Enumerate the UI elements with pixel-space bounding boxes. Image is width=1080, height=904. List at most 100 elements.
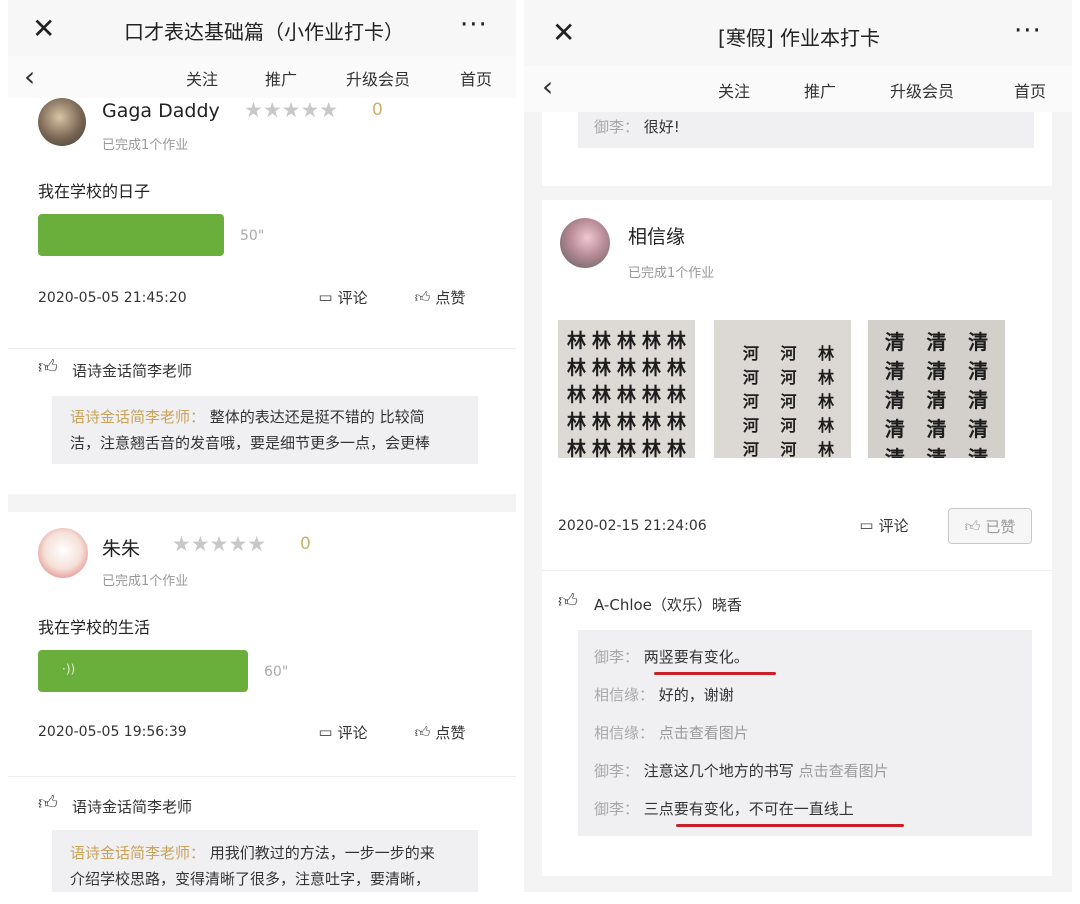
divider: [8, 348, 516, 349]
voice-wave-icon: ·)): [62, 662, 76, 676]
red-underline-annotation: [676, 824, 904, 827]
comment-text: 很好!: [643, 118, 680, 136]
comment-author: 语诗金话简李老师：: [70, 408, 206, 426]
nav-home[interactable]: 首页: [1014, 78, 1046, 102]
nav-follow[interactable]: 关注: [718, 78, 750, 102]
comment-line-1: 语诗金话简李老师： 整体的表达还是挺不错的 比较简: [70, 404, 470, 430]
calligraphy-character: 清: [926, 330, 947, 354]
comment-text: 整体的表达还是挺不错的 比较简: [209, 408, 425, 426]
liked-button-label: 已赞: [985, 517, 1016, 536]
nav-upgrade-member[interactable]: 升级会员: [346, 66, 410, 90]
user-name: 相信缘: [628, 226, 686, 248]
homework-photo[interactable]: 林林林林林林林林林林林林林林林林林林林林林林林林林: [558, 320, 695, 458]
back-arrow-icon[interactable]: ‹: [24, 60, 35, 93]
red-underline-annotation: [654, 672, 776, 675]
calligraphy-character: 林: [566, 438, 586, 458]
calligraphy-character: 林: [616, 330, 636, 352]
comment-text: 两竖要有变化。: [643, 648, 749, 666]
like-button[interactable]: 👍︎ 点赞: [398, 715, 482, 749]
calligraphy-character: 河: [742, 392, 759, 411]
calligraphy-character: 清: [884, 446, 905, 458]
comment-button[interactable]: ▭ 评论: [306, 715, 380, 749]
calligraphy-character: 河: [780, 440, 797, 458]
comment-icon: ▭: [318, 288, 333, 306]
post-timestamp: 2020-05-05 19:56:39: [38, 724, 187, 740]
nav-follow[interactable]: 关注: [186, 66, 218, 90]
avatar: [38, 98, 86, 146]
homework-photo[interactable]: 清清清清清清清清清清清清清清清: [868, 320, 1005, 458]
nav-home[interactable]: 首页: [460, 66, 492, 90]
right-screenshot: ✕ [寒假] 作业本打卡 ··· ‹ 关注 推广 升级会员 首页 御李： 很好!…: [524, 0, 1072, 892]
calligraphy-character: 清: [968, 446, 989, 458]
calligraphy-character: 林: [616, 384, 636, 406]
calligraphy-character: 林: [566, 411, 586, 433]
view-image-link[interactable]: 点击查看图片: [799, 762, 889, 780]
like-button[interactable]: 👍︎ 点赞: [398, 280, 482, 314]
comment-button-label: 评论: [337, 288, 368, 307]
more-icon[interactable]: ···: [1014, 16, 1042, 46]
calligraphy-character: 林: [641, 384, 661, 406]
calligraphy-character: 林: [818, 416, 835, 435]
nav-upgrade-member[interactable]: 升级会员: [890, 78, 954, 102]
calligraphy-character: 林: [616, 411, 636, 433]
calligraphy-character: 河: [742, 440, 759, 458]
comment-text: 好的，谢谢: [658, 686, 734, 704]
comment-author: 御李：: [594, 762, 640, 780]
close-icon[interactable]: ✕: [552, 16, 575, 49]
thumbs-up-icon: 👍︎: [964, 516, 981, 535]
comment-author: 相信缘：: [594, 686, 655, 704]
calligraphy-character: 清: [926, 417, 947, 441]
completed-count: 已完成1个作业: [628, 266, 715, 281]
liker-name: 语诗金话简李老师: [72, 362, 193, 380]
user-name: 朱朱: [102, 538, 141, 560]
calligraphy-character: 林: [591, 357, 611, 379]
calligraphy-character: 林: [616, 438, 636, 458]
teacher-comment-box: 语诗金话简李老师： 整体的表达还是挺不错的 比较简 洁，注意翘舌音的发音哦，要是…: [52, 396, 478, 464]
calligraphy-character: 清: [968, 359, 989, 383]
voice-duration: 60": [264, 664, 289, 680]
more-icon[interactable]: ···: [460, 10, 488, 40]
liked-button[interactable]: 👍︎ 已赞: [948, 508, 1032, 544]
liker-name: 语诗金话简李老师: [72, 798, 193, 816]
homework-photo[interactable]: 河河林河河林河河林河河林河河林: [714, 320, 851, 458]
nav-bar: ‹ 关注 推广 升级会员 首页: [8, 56, 516, 98]
close-icon[interactable]: ✕: [32, 12, 55, 45]
calligraphy-character: 林: [666, 330, 686, 352]
back-arrow-icon[interactable]: ‹: [542, 70, 553, 103]
post-card: 相信缘 已完成1个作业 林林林林林林林林林林林林林林林林林林林林林林林林林 河河…: [542, 200, 1052, 876]
voice-message-bar[interactable]: ·)): [38, 650, 248, 692]
calligraphy-character: 清: [968, 330, 989, 354]
title-bar: ✕ [寒假] 作业本打卡 ···: [524, 0, 1072, 66]
divider: [542, 570, 1052, 571]
thumbs-up-icon: 👍︎: [38, 792, 58, 814]
calligraphy-character: 林: [818, 344, 835, 363]
calligraphy-character: 清: [968, 388, 989, 412]
like-button-label: 点赞: [435, 288, 466, 307]
comment-author: 语诗金话简李老师：: [70, 844, 206, 862]
post-timestamp: 2020-02-15 21:24:06: [558, 518, 707, 534]
nav-promote[interactable]: 推广: [804, 78, 836, 102]
calligraphy-grid: 清清清清清清清清清清清清清清清: [874, 326, 999, 458]
nav-promote[interactable]: 推广: [265, 66, 297, 90]
comment-text: 用我们教过的方法，一步一步的来: [209, 844, 435, 862]
comment-line-2: 洁，注意翘舌音的发音哦，要是细节更多一点，会更棒: [70, 434, 431, 452]
comment-button[interactable]: ▭ 评论: [306, 280, 380, 314]
thumbs-up-icon: 👍︎: [414, 287, 431, 306]
assignment-topic: 我在学校的生活: [38, 618, 151, 637]
rating-score: 0: [300, 534, 311, 554]
comment-author: 御李：: [594, 118, 640, 136]
view-image-link[interactable]: 点击查看图片: [659, 724, 749, 742]
calligraphy-character: 林: [818, 368, 835, 387]
calligraphy-character: 河: [742, 368, 759, 387]
calligraphy-character: 林: [641, 438, 661, 458]
comment-button[interactable]: ▭ 评论: [846, 508, 922, 542]
calligraphy-character: 林: [566, 357, 586, 379]
comment-box: 御李： 很好!: [578, 112, 1034, 148]
voice-message-bar[interactable]: [38, 214, 224, 256]
thumbs-up-icon: 👍︎: [38, 356, 58, 378]
comment-button-label: 评论: [878, 516, 909, 535]
voice-duration: 50": [240, 228, 265, 244]
comment-icon: ▭: [859, 516, 874, 534]
post-card: 朱朱 ★★★★★ 0 已完成1个作业 我在学校的生活 ·)) 60" 2020-…: [8, 512, 516, 892]
calligraphy-character: 林: [591, 411, 611, 433]
